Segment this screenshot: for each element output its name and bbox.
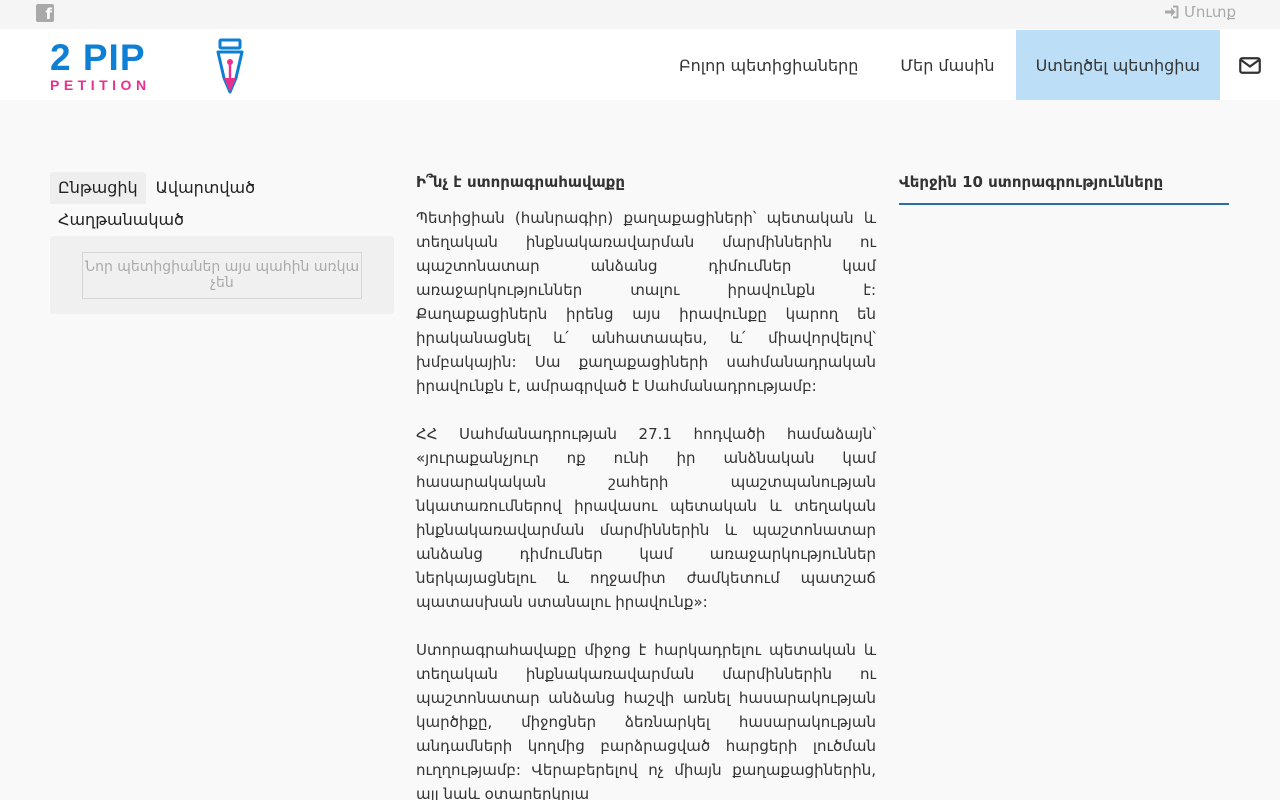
content-title: Ի՞նչ է ստորագրահավաքը [416,173,626,191]
top-bar: f Մուտք [0,0,1280,29]
content-paragraph: ՀՀ Սահմանադրության 27.1 հոդվածի համաձայն… [416,425,876,611]
sign-in-icon [1164,5,1179,19]
nav-create-petition[interactable]: Ստեղծել պետիցիա [1015,30,1220,100]
petition-status-tabs: Ընթացիկ Ավարտված Հաղթանակած [50,172,394,236]
logo-bottom-text: PETITION [50,77,151,93]
site-logo[interactable]: 2 PIP PETITION [50,38,250,96]
mail-button[interactable] [1220,30,1280,100]
tab-ongoing[interactable]: Ընթացիկ [50,172,146,204]
main-content: Ի՞նչ է ստորագրահավաքը Պետիցիան (հանրագիր… [416,173,876,800]
content-paragraph: Պետիցիան (հանրագիր) քաղաքացիների՝ պետակա… [416,209,876,395]
tab-finished[interactable]: Ավարտված [148,172,263,204]
pen-nib-icon [216,38,244,94]
petition-list-panel: Նոր պետիցիաներ այս պահին առկա չեն [50,236,394,314]
latest-signatures-title: Վերջին 10 ստորագրությունները [899,173,1229,205]
empty-notice: Նոր պետիցիաներ այս պահին առկա չեն [82,252,362,299]
main-nav: Բոլոր պետիցիաները Մեր մասին Ստեղծել պետի… [658,30,1280,100]
latest-signatures: Վերջին 10 ստորագրությունները [899,173,1229,205]
logo-top-text: 2 PIP [50,37,146,78]
login-link[interactable]: Մուտք [1164,3,1236,21]
content-paragraph: Ստորագրահավաքը միջոց է հարկադրելու պետակ… [416,641,876,800]
nav-all-petitions[interactable]: Բոլոր պետիցիաները [658,30,879,100]
facebook-icon[interactable]: f [36,4,54,23]
site-header: 2 PIP PETITION Բոլոր պետիցիաները Մեր մաս… [0,29,1280,100]
tab-won[interactable]: Հաղթանակած [50,204,192,236]
petition-sidebar: Ընթացիկ Ավարտված Հաղթանակած Նոր պետիցիան… [50,172,394,314]
login-label: Մուտք [1183,3,1236,21]
envelope-icon [1239,56,1261,74]
nav-about[interactable]: Մեր մասին [879,30,1015,100]
